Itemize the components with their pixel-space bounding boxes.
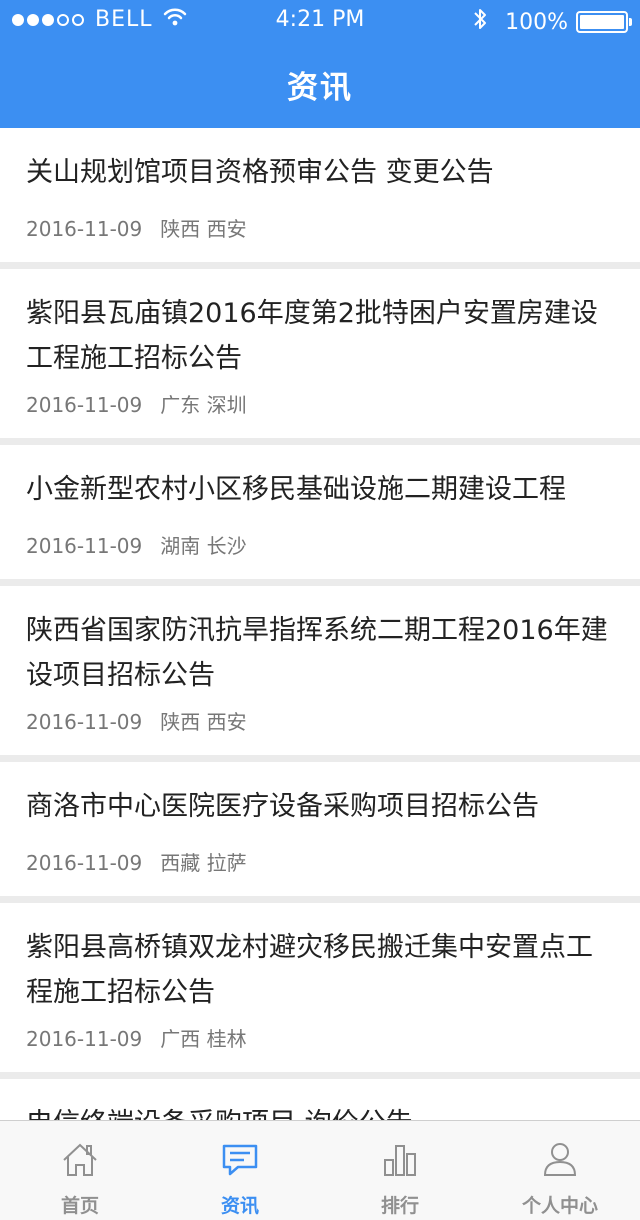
list-item[interactable]: 电信终端设备采购项目 询价公告 <box>0 1079 640 1120</box>
news-location: 陕西 西安 <box>160 710 247 734</box>
news-location: 陕西 西安 <box>160 217 247 241</box>
news-list: 关山规划馆项目资格预审公告 变更公告 2016-11-09 陕西 西安 紫阳县瓦庙镇2… <box>0 128 640 1120</box>
news-title: 关山规划馆项目资格预审公告 变更公告 <box>26 157 494 188</box>
news-location: 湖南 长沙 <box>160 534 247 558</box>
list-item[interactable]: 紫阳县高桥镇双龙村避灾移民搬迁集中安置点工程施工招标公告 2016-11-09 广西… <box>0 903 640 1072</box>
list-item[interactable]: 关山规划馆项目资格预审公告 变更公告 2016-11-09 陕西 西安 <box>0 128 640 262</box>
app-header: BELL 4:21 PM 100% 资讯 <box>0 0 640 128</box>
battery-percent: 100% <box>505 9 568 35</box>
news-title: 陕西省国家防汛抗旱指挥系统二期工程2016年建设项目招标公告 <box>26 615 608 691</box>
message-icon <box>219 1138 261 1191</box>
news-meta: 2016-11-09 陕西 西安 <box>26 213 616 242</box>
tab-label: 个人中心 <box>521 1195 598 1217</box>
page-title: 资讯 <box>287 70 353 106</box>
battery-icon <box>576 11 632 33</box>
news-meta: 2016-11-09 广西 桂林 <box>26 1023 616 1052</box>
tab-home[interactable]: 首页 <box>0 1121 160 1220</box>
news-date: 2016-11-09 <box>26 1027 143 1051</box>
tab-bar: 首页 资讯 排行 个人中心 <box>0 1120 640 1220</box>
news-date: 2016-11-09 <box>26 710 143 734</box>
list-item[interactable]: 商洛市中心医院医疗设备采购项目招标公告 2016-11-09 西藏 拉萨 <box>0 762 640 896</box>
news-location: 西藏 拉萨 <box>160 851 247 875</box>
news-title: 紫阳县高桥镇双龙村避灾移民搬迁集中安置点工程施工招标公告 <box>26 932 593 1008</box>
news-title: 紫阳县瓦庙镇2016年度第2批特困户安置房建设工程施工招标公告 <box>26 298 598 374</box>
bar-chart-icon <box>379 1138 421 1191</box>
tab-ranking[interactable]: 排行 <box>320 1121 480 1220</box>
news-date: 2016-11-09 <box>26 217 143 241</box>
tab-label: 首页 <box>60 1195 99 1217</box>
list-item[interactable]: 小金新型农村小区移民基础设施二期建设工程 2016-11-09 湖南 长沙 <box>0 445 640 579</box>
news-meta: 2016-11-09 广东 深圳 <box>26 389 616 418</box>
news-date: 2016-11-09 <box>26 393 143 417</box>
news-location: 广东 深圳 <box>160 393 247 417</box>
tab-label: 排行 <box>380 1195 419 1217</box>
tab-profile[interactable]: 个人中心 <box>480 1121 640 1220</box>
list-item[interactable]: 陕西省国家防汛抗旱指挥系统二期工程2016年建设项目招标公告 2016-11-09… <box>0 586 640 755</box>
news-date: 2016-11-09 <box>26 534 143 558</box>
news-meta: 2016-11-09 西藏 拉萨 <box>26 847 616 876</box>
bluetooth-icon <box>473 7 487 37</box>
home-icon <box>59 1138 101 1191</box>
tab-news[interactable]: 资讯 <box>160 1121 320 1220</box>
news-title: 小金新型农村小区移民基础设施二期建设工程 <box>26 474 566 505</box>
news-title: 电信终端设备采购项目 询价公告 <box>26 1101 616 1120</box>
news-date: 2016-11-09 <box>26 851 143 875</box>
list-item[interactable]: 紫阳县瓦庙镇2016年度第2批特困户安置房建设工程施工招标公告 2016-11-0… <box>0 269 640 438</box>
news-location: 广西 桂林 <box>160 1027 247 1051</box>
news-meta: 2016-11-09 陕西 西安 <box>26 706 616 735</box>
status-bar: BELL 4:21 PM 100% <box>0 0 640 40</box>
news-meta: 2016-11-09 湖南 长沙 <box>26 530 616 559</box>
tab-label: 资讯 <box>220 1195 259 1217</box>
news-title: 商洛市中心医院医疗设备采购项目招标公告 <box>26 791 539 822</box>
user-icon <box>539 1138 581 1191</box>
